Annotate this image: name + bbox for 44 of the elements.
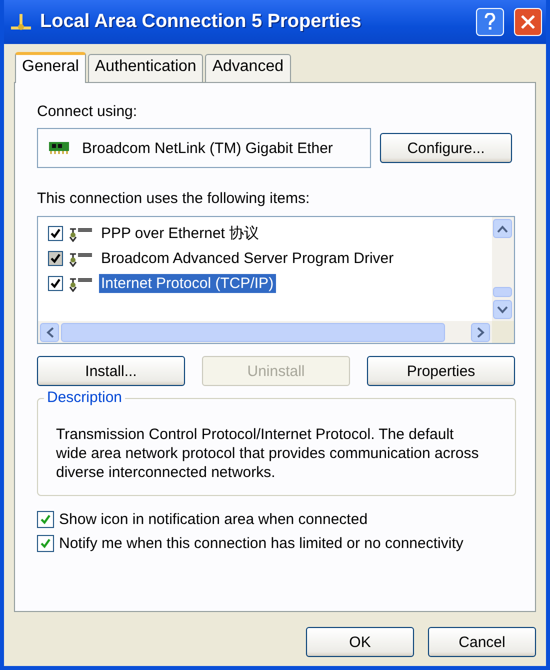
tab[interactable]: Authentication [88,54,204,82]
dialog-button[interactable]: Cancel [428,627,536,657]
scroll-thumb[interactable] [61,322,445,342]
adapter-name: Broadcom NetLink (TM) Gigabit Ether [82,140,333,156]
checkbox[interactable] [48,226,63,241]
close-icon [520,14,536,30]
chevron-left-icon [46,326,54,338]
chevron-right-icon [476,326,484,338]
scroll-left-button[interactable] [40,322,59,342]
checkbox[interactable] [37,511,54,528]
configure-button[interactable]: Configure... [380,133,512,163]
list-action-button[interactable]: Properties [367,356,515,386]
checkbox-label: Show icon in notification area when connected [59,511,368,528]
chevron-up-icon [497,224,508,232]
help-button[interactable] [476,8,504,36]
list-label: This connection uses the following items: [37,190,311,207]
list-item[interactable]: Internet Protocol (TCP/IP) [99,274,276,293]
checkbox-label: Notify me when this connection has limited or no connectivity [59,535,464,552]
scroll-up-button[interactable] [493,219,512,238]
list-item[interactable]: PPP over Ethernet 协议 [99,223,262,244]
network-icon [8,12,34,32]
help-icon [484,13,496,31]
scroll-down-button[interactable] [493,300,512,319]
network-icon [68,226,94,242]
horizontal-scrollbar[interactable] [38,321,492,343]
window-title: Local Area Connection 5 Properties [40,11,362,33]
scroll-thumb[interactable] [493,287,512,297]
list-action-button[interactable]: Install... [37,356,185,386]
checkbox[interactable] [48,276,63,291]
close-button[interactable] [514,8,542,36]
description-text: Transmission Control Protocol/Internet Protocol. The default wide area network protocol that provides communication across diverse interconnected networks. [56,425,480,482]
checkbox[interactable] [37,535,54,552]
chevron-down-icon [497,306,508,314]
tab[interactable]: Advanced [205,54,290,82]
network-icon [68,276,94,292]
group-title: Description [44,389,126,406]
vertical-scrollbar[interactable] [492,217,514,321]
network-card-icon [48,141,72,155]
tab[interactable]: General [15,52,86,83]
scroll-right-button[interactable] [471,322,490,342]
field-label: Connect using: [37,103,138,120]
dialog-button[interactable]: OK [306,627,414,657]
network-icon [68,250,94,266]
scrollbar-corner [492,321,514,343]
